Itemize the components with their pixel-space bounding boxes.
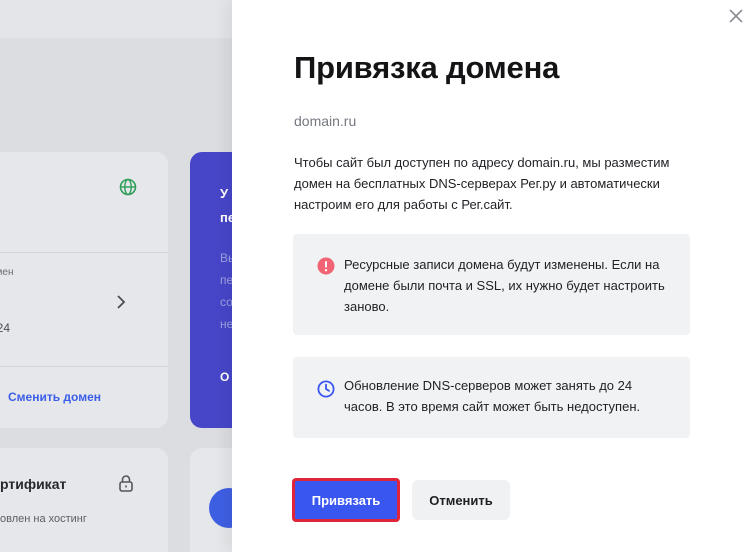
bind-button[interactable]: Привязать <box>293 479 399 521</box>
modal-title: Привязка домена <box>294 50 560 85</box>
bind-domain-drawer: Привязка домена domain.ru Чтобы сайт был… <box>232 0 750 552</box>
ssl-subtitle: овлен на хостинг <box>0 513 87 525</box>
top-bar <box>0 0 240 38</box>
warning-text: Ресурсные записи домена будут изменены. … <box>344 257 665 314</box>
expiry-date: 024 <box>0 321 11 335</box>
exclamation-icon <box>317 257 335 275</box>
info-alert: Обновление DNS-серверов может занять до … <box>293 357 690 438</box>
warning-alert: Ресурсные записи домена будут изменены. … <box>293 234 690 335</box>
modal-description: Чтобы сайт был доступен по адресу domain… <box>294 155 670 212</box>
ssl-card: ртификат овлен на хостинг <box>0 448 168 552</box>
divider <box>0 252 168 253</box>
domain-card: омен 024 Сменить домен <box>0 152 168 428</box>
domain-label: омен <box>0 267 14 278</box>
globe-icon <box>119 178 137 196</box>
chevron-right-icon[interactable] <box>116 294 126 310</box>
divider <box>0 366 168 367</box>
ssl-title: ртификат <box>0 476 67 492</box>
lock-icon <box>119 475 133 492</box>
promo-link[interactable]: О <box>220 370 229 384</box>
promo-text-line: со <box>220 295 233 309</box>
domain-name: domain.ru <box>294 113 357 129</box>
info-text: Обновление DNS-серверов может занять до … <box>344 378 641 414</box>
promo-title-line1: У <box>220 186 229 201</box>
cancel-button[interactable]: Отменить <box>412 480 510 520</box>
change-domain-link[interactable]: Сменить домен <box>8 390 101 404</box>
close-icon[interactable] <box>726 6 746 26</box>
clock-icon <box>317 380 335 398</box>
